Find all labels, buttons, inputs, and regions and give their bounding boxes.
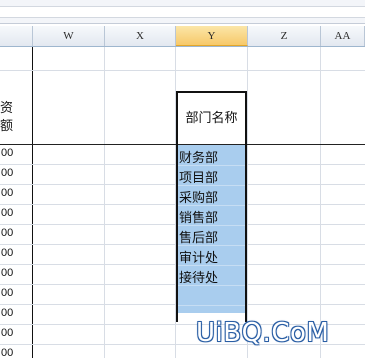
department-header-cell[interactable]: 部门名称 bbox=[178, 107, 245, 126]
column-header-aa[interactable]: AA bbox=[321, 26, 365, 46]
cell-value[interactable]: 00 bbox=[0, 247, 34, 259]
partial-header-line-1: 资 bbox=[0, 101, 14, 116]
department-cell[interactable]: 项目部 bbox=[179, 167, 218, 186]
column-header-w[interactable]: W bbox=[33, 26, 105, 46]
department-cell[interactable]: 接待处 bbox=[179, 267, 218, 286]
department-cell[interactable]: 销售部 bbox=[179, 207, 218, 226]
department-cell[interactable]: 财务部 bbox=[179, 147, 218, 166]
cell-value[interactable]: 00 bbox=[0, 207, 34, 219]
cell-value[interactable]: 00 bbox=[0, 307, 34, 319]
cell-value[interactable]: 00 bbox=[0, 227, 34, 239]
formula-input[interactable] bbox=[0, 6, 365, 18]
cell-value[interactable]: 00 bbox=[0, 267, 34, 279]
site-watermark: UiBQ.CoM bbox=[196, 318, 330, 348]
cell-value[interactable]: 00 bbox=[0, 147, 34, 159]
cell-value[interactable]: 00 bbox=[0, 327, 34, 339]
column-header-x[interactable]: X bbox=[105, 26, 176, 46]
column-header-z[interactable]: Z bbox=[248, 26, 321, 46]
column-border bbox=[320, 47, 321, 358]
column-border bbox=[104, 47, 105, 358]
formula-bar[interactable] bbox=[0, 0, 365, 24]
cell-value[interactable]: 00 bbox=[0, 167, 34, 179]
cell-value[interactable]: 00 bbox=[0, 287, 34, 299]
column-header-row: W X Y Z AA bbox=[0, 26, 365, 47]
department-cell[interactable]: 售后部 bbox=[179, 227, 218, 246]
partial-header-line-2: 额 bbox=[0, 119, 14, 134]
cell-value[interactable]: 00 bbox=[0, 187, 34, 199]
department-cell[interactable]: 审计处 bbox=[179, 247, 218, 266]
row-border bbox=[0, 70, 365, 71]
department-cell[interactable]: 采购部 bbox=[179, 187, 218, 206]
cell-value[interactable]: 00 bbox=[0, 347, 34, 359]
column-border bbox=[247, 47, 248, 358]
column-header-y[interactable]: Y bbox=[176, 26, 248, 46]
column-header-partial[interactable] bbox=[0, 26, 33, 46]
